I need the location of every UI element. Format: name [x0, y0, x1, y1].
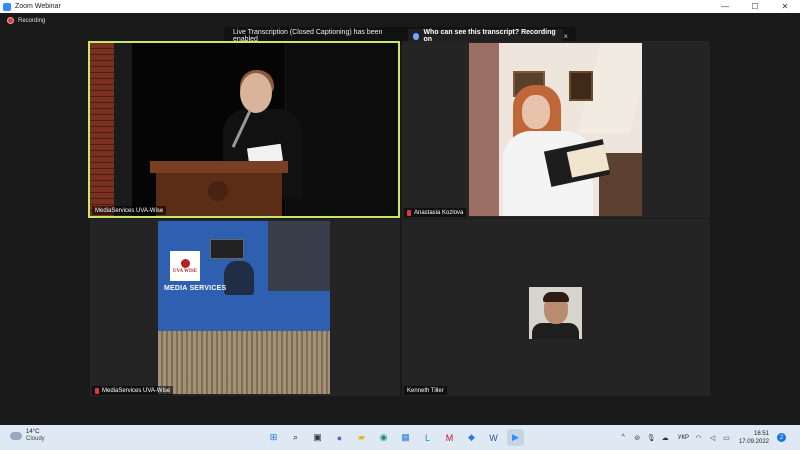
participant-video: UVA WISE MEDIA SERVICES: [158, 221, 330, 394]
battery-icon[interactable]: ▭: [722, 433, 731, 442]
language-indicator[interactable]: УКР: [678, 435, 689, 441]
participant-video: [529, 287, 582, 339]
chevron-up-icon[interactable]: ^: [619, 433, 628, 442]
participant-name-tag: Anastasia Kozlova: [404, 208, 467, 217]
weather-widget[interactable]: 14°C Cloudy: [10, 429, 45, 443]
close-button[interactable]: ✕: [770, 0, 800, 13]
participant-name-tag: MediaServices UVA-Wise: [92, 206, 167, 215]
file-explorer-icon[interactable]: ▰: [353, 429, 370, 446]
weather-condition: Cloudy: [26, 436, 45, 442]
minimize-button[interactable]: —: [710, 0, 740, 13]
studio-camera: [268, 221, 330, 291]
system-tray: ^ ⊘ 🎙 ☁ УКР ◠ ◁ ▭ 16:51 17.09.2022 2: [614, 425, 786, 450]
window-controls: — ☐ ✕: [710, 0, 800, 13]
participant-hair: [543, 292, 569, 302]
podium-emblem: [208, 181, 228, 201]
participant-name-tag: Kenneth Tiller: [404, 386, 447, 395]
clock-time: 16:51: [753, 430, 769, 437]
task-view-icon[interactable]: ▣: [309, 429, 326, 446]
onedrive-icon[interactable]: ☁: [661, 433, 670, 442]
meeting-view: Recording Live Transcription (Closed Cap…: [0, 13, 800, 425]
video-tile[interactable]: UVA WISE MEDIA SERVICES MediaServices UV…: [90, 219, 400, 396]
recording-label: Recording: [18, 17, 46, 24]
studio-monitor: [210, 239, 244, 259]
speaker-head: [240, 73, 272, 113]
curtain: [469, 43, 499, 216]
volume-icon[interactable]: ◁: [708, 433, 717, 442]
maximize-button[interactable]: ☐: [740, 0, 770, 13]
chat-icon[interactable]: ●: [331, 429, 348, 446]
taskbar: 14°C Cloudy ⊞ ⌕ ▣ ● ▰ ◉ ▦ L M ◆ W ▶ ^ ⊘ …: [0, 425, 800, 450]
wall-pillar: [114, 43, 132, 216]
video-tile-active-speaker[interactable]: MediaServices UVA-Wise: [88, 41, 400, 218]
edge-browser-icon[interactable]: ◉: [375, 429, 392, 446]
start-icon[interactable]: ⊞: [265, 429, 282, 446]
participant-name: MediaServices UVA-Wise: [102, 387, 171, 394]
video-tile[interactable]: Kenneth Tiller: [402, 219, 710, 396]
cloud-icon: [10, 432, 22, 440]
participant-name: MediaServices UVA-Wise: [95, 207, 164, 214]
search-icon[interactable]: ⌕: [287, 429, 304, 446]
window-title: Zoom Webinar: [15, 3, 61, 10]
clock[interactable]: 16:51 17.09.2022: [739, 430, 769, 446]
participant-body: [532, 323, 579, 339]
participant-name-tag: MediaServices UVA-Wise: [92, 386, 174, 395]
blue-app-icon[interactable]: ◆: [463, 429, 480, 446]
zoom-icon[interactable]: ▶: [507, 429, 524, 446]
participant-name: Anastasia Kozlova: [414, 209, 464, 216]
taskbar-apps: ⊞ ⌕ ▣ ● ▰ ◉ ▦ L M ◆ W ▶: [265, 429, 529, 446]
wall-picture: [569, 71, 593, 101]
reader-face: [522, 95, 550, 129]
video-tile[interactable]: Anastasia Kozlova: [402, 41, 710, 218]
zoom-app-icon: [3, 2, 11, 11]
users-icon: [412, 32, 420, 40]
l-app-icon[interactable]: L: [419, 429, 436, 446]
store-icon[interactable]: ▦: [397, 429, 414, 446]
uva-wise-logo: UVA WISE: [170, 251, 200, 281]
participant-name: Kenneth Tiller: [407, 387, 444, 394]
mic-muted-icon: [95, 387, 99, 394]
participant-video: [469, 43, 642, 216]
clock-date: 17.09.2022: [738, 438, 769, 445]
wifi-icon[interactable]: ◠: [694, 433, 703, 442]
seal-icon: [180, 258, 190, 268]
recording-indicator[interactable]: Recording: [7, 17, 45, 24]
window-titlebar: Zoom Webinar — ☐ ✕: [0, 0, 800, 13]
security-icon[interactable]: ⊘: [633, 433, 642, 442]
studio-desk: [158, 331, 330, 394]
recording-dot-icon: [7, 17, 14, 24]
mic-muted-icon: [407, 209, 411, 216]
word-icon[interactable]: W: [485, 429, 502, 446]
microphone-icon[interactable]: 🎙: [647, 433, 656, 442]
podium-top: [150, 161, 288, 173]
media-services-caption: MEDIA SERVICES: [164, 285, 227, 292]
mcafee-icon[interactable]: M: [441, 429, 458, 446]
weather-temp: 14°C: [26, 429, 40, 435]
studio-person: [224, 261, 254, 295]
brick-wall: [90, 43, 114, 216]
notification-badge[interactable]: 2: [777, 433, 786, 442]
logo-text: UVA WISE: [172, 268, 198, 274]
banner-close-button[interactable]: ×: [563, 32, 568, 41]
